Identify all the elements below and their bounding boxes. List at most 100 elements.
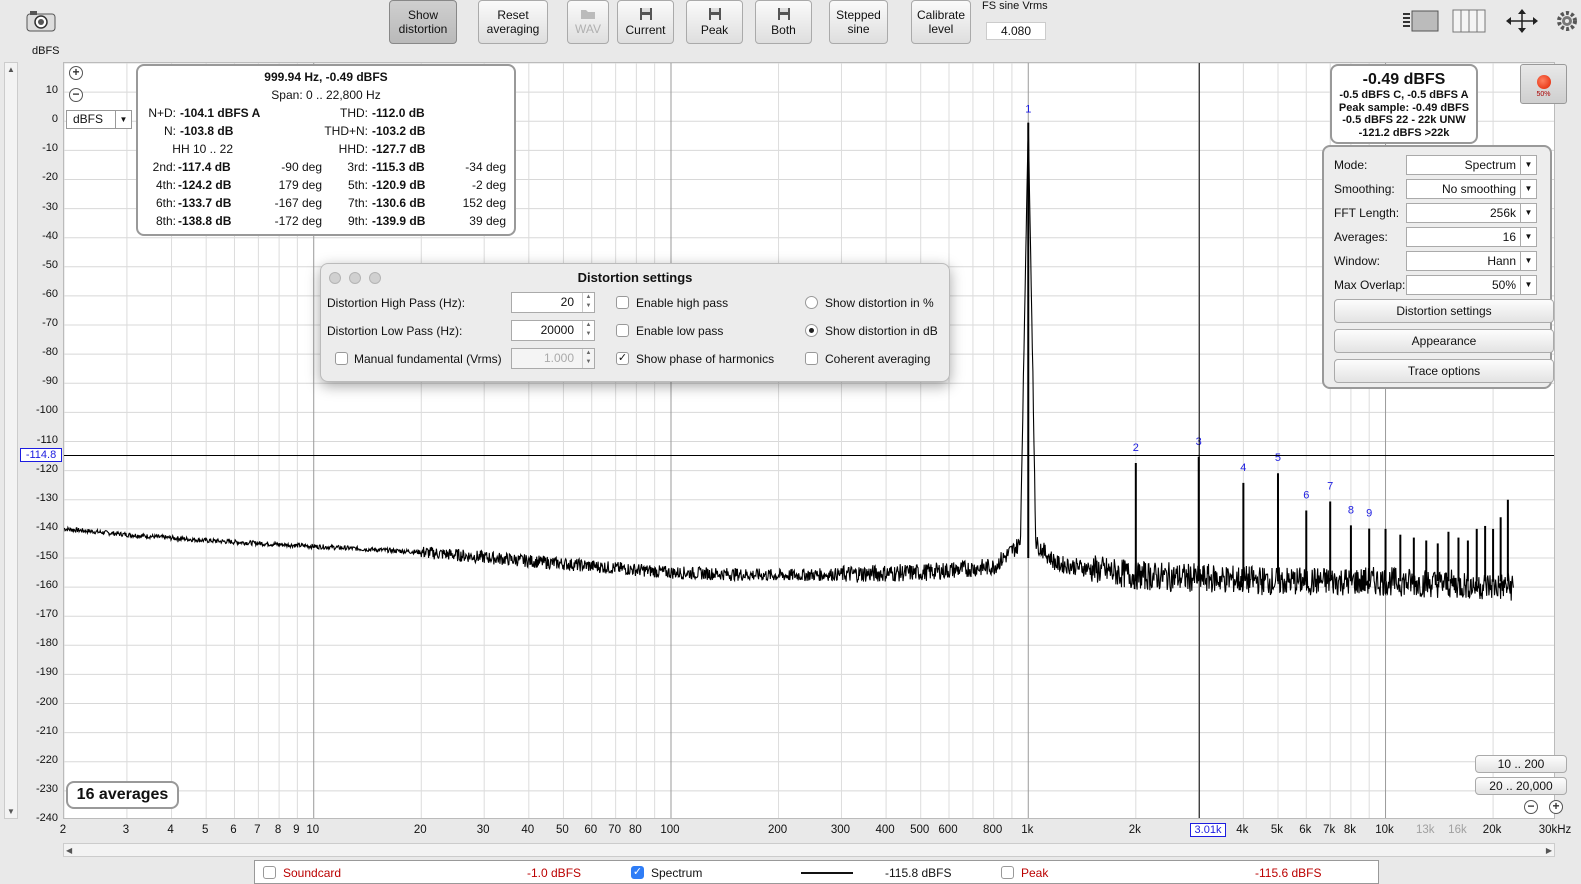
folder-icon: [581, 10, 595, 19]
setting-select[interactable]: No smoothing ▼: [1406, 179, 1537, 199]
calibrate-level-button[interactable]: Calibrate level: [911, 0, 971, 44]
floppy-icon: [777, 8, 790, 20]
y-tick-label: 10: [45, 84, 58, 97]
manual-fundamental-checkbox[interactable]: [335, 352, 348, 365]
save-peak-button[interactable]: Peak: [686, 0, 743, 44]
stepper-icon[interactable]: ▲ ▼: [582, 293, 594, 312]
reset-averaging-label: Reset averaging: [486, 8, 540, 36]
x-tick-label: 2k: [1128, 824, 1141, 836]
enable-low-pass-checkbox[interactable]: [616, 324, 629, 337]
y-tick-label: -30: [42, 200, 58, 213]
range-20-20000-button[interactable]: 20 .. 20,000: [1475, 777, 1567, 795]
x-tick-label: 1k: [1021, 824, 1034, 836]
manual-fundamental-label: Manual fundamental (Vrms): [354, 352, 502, 366]
x-tick-label: 3: [122, 824, 130, 836]
unit-select[interactable]: dBFS ▼: [66, 110, 132, 129]
setting-select[interactable]: 256k ▼: [1406, 203, 1537, 223]
wav-button[interactable]: WAV: [567, 0, 609, 44]
cursor-y-readout: -114.8: [20, 448, 62, 462]
zoom-in-icon[interactable]: +: [1549, 800, 1563, 814]
horizontal-scrollbar[interactable]: ◀ ▶: [63, 843, 1555, 857]
y-tick-label: -100: [35, 404, 58, 417]
y-tick-label: -40: [42, 229, 58, 242]
stepped-sine-button[interactable]: Stepped sine: [829, 0, 888, 44]
x-tick-label: 4: [167, 824, 174, 836]
range-10-200-button[interactable]: 10 .. 200: [1475, 755, 1567, 773]
high-pass-label: Distortion High Pass (Hz):: [327, 296, 466, 310]
show-phase-checkbox[interactable]: ✓: [616, 352, 629, 365]
reset-averaging-button[interactable]: Reset averaging: [478, 0, 548, 44]
stepper-icon[interactable]: ▲ ▼: [582, 349, 594, 368]
enable-high-pass-checkbox[interactable]: [616, 296, 629, 309]
x-tick-label: 6: [230, 824, 237, 836]
setting-select[interactable]: 16 ▼: [1406, 227, 1537, 247]
show-percent-radio[interactable]: [805, 296, 818, 309]
save-current-button[interactable]: Current: [617, 0, 674, 44]
harmonic-phase: -172 deg: [274, 214, 322, 228]
setting-select[interactable]: Spectrum ▼: [1406, 155, 1537, 175]
high-pass-input[interactable]: 20 ▲ ▼: [511, 292, 595, 313]
distortion-settings-button[interactable]: Distortion settings: [1334, 299, 1554, 323]
soundcard-checkbox[interactable]: [263, 866, 276, 879]
zoom-in-icon[interactable]: +: [69, 66, 83, 80]
harmonic-name: 7th:: [347, 196, 368, 210]
gear-icon[interactable]: [1555, 9, 1579, 33]
spectrum-label: Spectrum: [651, 866, 703, 880]
y-tick-label: -10: [42, 142, 58, 155]
setting-value: 256k: [1489, 206, 1516, 220]
x-tick-label: 6k: [1299, 824, 1312, 836]
manual-fundamental-input[interactable]: 1.000 ▲ ▼: [511, 348, 595, 369]
setting-label: Smoothing:: [1334, 182, 1395, 196]
scroll-right-icon[interactable]: ▶: [1546, 846, 1552, 855]
fs-sine-input[interactable]: 4.080: [986, 22, 1046, 40]
layout-icon[interactable]: [1402, 8, 1440, 34]
setting-select[interactable]: Hann ▼: [1406, 251, 1537, 271]
chevron-down-icon: ▼: [1520, 276, 1536, 294]
spectrum-checkbox[interactable]: ✓: [631, 866, 644, 879]
chevron-down-icon: ▼: [1520, 252, 1536, 270]
harmonic-name: 4th:: [155, 178, 176, 192]
camera-icon[interactable]: [26, 10, 56, 32]
x-tick-label: 9: [293, 824, 300, 836]
low-pass-input[interactable]: 20000 ▲ ▼: [511, 320, 595, 341]
setting-label: Averages:: [1334, 230, 1388, 244]
harmonic-name: 5th:: [347, 178, 368, 192]
move-arrows-icon[interactable]: [1504, 8, 1540, 34]
y-tick-label: -240: [35, 812, 58, 824]
chevron-down-icon: ▼: [115, 111, 131, 128]
floppy-icon: [708, 8, 721, 20]
y-tick-label: -50: [42, 258, 58, 271]
stepper-icon[interactable]: ▲ ▼: [582, 321, 594, 340]
panels-icon[interactable]: [1452, 9, 1486, 33]
setting-value: Spectrum: [1464, 158, 1516, 172]
trace-options-button[interactable]: Trace options: [1334, 359, 1554, 383]
setting-select[interactable]: 50% ▼: [1406, 275, 1537, 295]
x-tick-label: 2: [59, 824, 67, 836]
level-line: -121.2 dBFS >22k: [1358, 126, 1450, 139]
x-tick-label: 60: [584, 824, 598, 836]
coherent-averaging-checkbox[interactable]: [805, 352, 818, 365]
zoom-out-icon[interactable]: −: [69, 88, 83, 102]
chevron-down-icon: ▼: [1520, 228, 1536, 246]
scroll-down-icon[interactable]: ▼: [7, 807, 15, 816]
scroll-up-icon[interactable]: ▲: [7, 65, 15, 74]
high-pass-value: 20: [560, 295, 574, 309]
harmonic-level: -138.8 dB: [178, 214, 232, 228]
peak-checkbox[interactable]: [1001, 866, 1014, 879]
x-tick-label: 300: [830, 824, 851, 836]
show-percent-label: Show distortion in %: [825, 296, 934, 310]
appearance-button[interactable]: Appearance: [1334, 329, 1554, 353]
show-distortion-label: Show distortion: [398, 8, 448, 36]
record-button[interactable]: 50%: [1520, 64, 1567, 104]
spectrum-level: -115.8 dBFS: [885, 866, 952, 880]
save-both-button[interactable]: Both: [755, 0, 812, 44]
setting-label: FFT Length:: [1334, 206, 1400, 220]
show-db-radio[interactable]: [805, 324, 818, 337]
show-distortion-button[interactable]: Show distortion: [389, 0, 457, 44]
vertical-scrollbar[interactable]: ▲ ▼: [4, 62, 18, 819]
x-tick-label: 40: [521, 824, 535, 836]
harmonic-phase: 39 deg: [469, 214, 506, 228]
scroll-left-icon[interactable]: ◀: [66, 846, 72, 855]
unit-select-value: dBFS: [73, 112, 104, 126]
zoom-out-icon[interactable]: −: [1524, 800, 1538, 814]
